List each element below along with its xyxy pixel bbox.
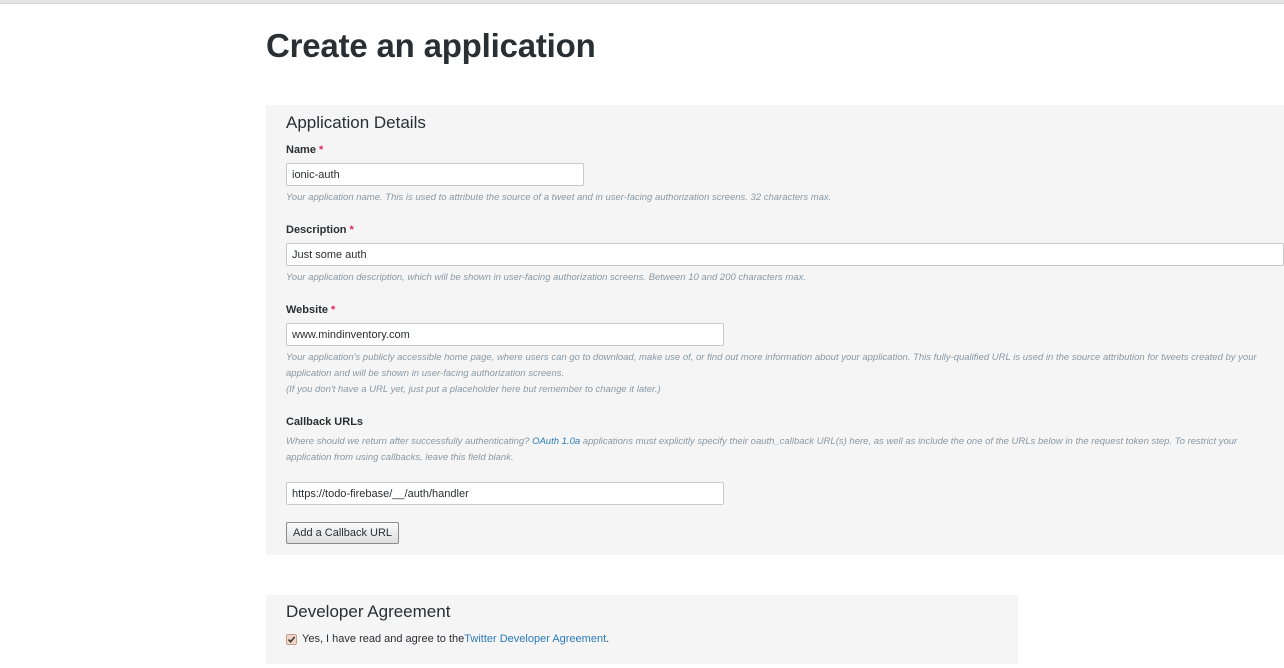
callback-urls-label: Callback URLs: [286, 416, 364, 428]
callback-url-input[interactable]: [286, 482, 724, 505]
application-details-heading: Application Details: [286, 113, 426, 132]
description-label: Description *: [286, 224, 354, 236]
browser-top-border: [0, 0, 1284, 4]
website-label-text: Website: [286, 304, 328, 316]
name-label: Name *: [286, 144, 323, 156]
description-input[interactable]: [286, 243, 1284, 266]
application-details-panel: Application Details Name* Your applicati…: [266, 105, 1284, 555]
required-marker: *: [318, 144, 324, 156]
agreement-checkbox[interactable]: [286, 633, 297, 645]
name-label-text: Name: [286, 144, 316, 156]
callback-help-text: Where should we return after successfull…: [286, 434, 1266, 466]
agreement-text-before: Yes, I have read and agree to the: [302, 633, 465, 645]
callback-help-before: Where should we return after successfull…: [286, 436, 533, 447]
website-help-line-2: (If you don't have a URL yet, just put a…: [286, 384, 661, 395]
name-input[interactable]: [286, 163, 584, 186]
name-help-text: Your application name. This is used to a…: [286, 192, 832, 203]
website-help-text: Your application's publicly accessible h…: [286, 350, 1271, 398]
required-marker: *: [349, 224, 354, 236]
checkmark-icon: [287, 635, 296, 643]
website-label: Website *: [286, 304, 335, 316]
page-title: Create an application: [266, 27, 596, 64]
developer-agreement-panel: Developer Agreement Yes, I have read and…: [266, 595, 1018, 664]
description-label-text: Description: [286, 224, 347, 236]
oauth-link[interactable]: OAuth 1.0a: [532, 436, 580, 447]
website-help-line-1: Your application's publicly accessible h…: [286, 352, 1257, 379]
required-marker: *: [330, 304, 336, 316]
description-help-text: Your application description, which will…: [286, 272, 806, 283]
agreement-row: Yes, I have read and agree to the Twitte…: [286, 633, 609, 645]
developer-agreement-link[interactable]: Twitter Developer Agreement: [464, 633, 606, 645]
developer-agreement-heading: Developer Agreement: [286, 602, 451, 621]
add-callback-url-button[interactable]: Add a Callback URL: [286, 522, 400, 544]
agreement-text-after: .: [606, 633, 610, 645]
website-input[interactable]: [286, 323, 724, 346]
